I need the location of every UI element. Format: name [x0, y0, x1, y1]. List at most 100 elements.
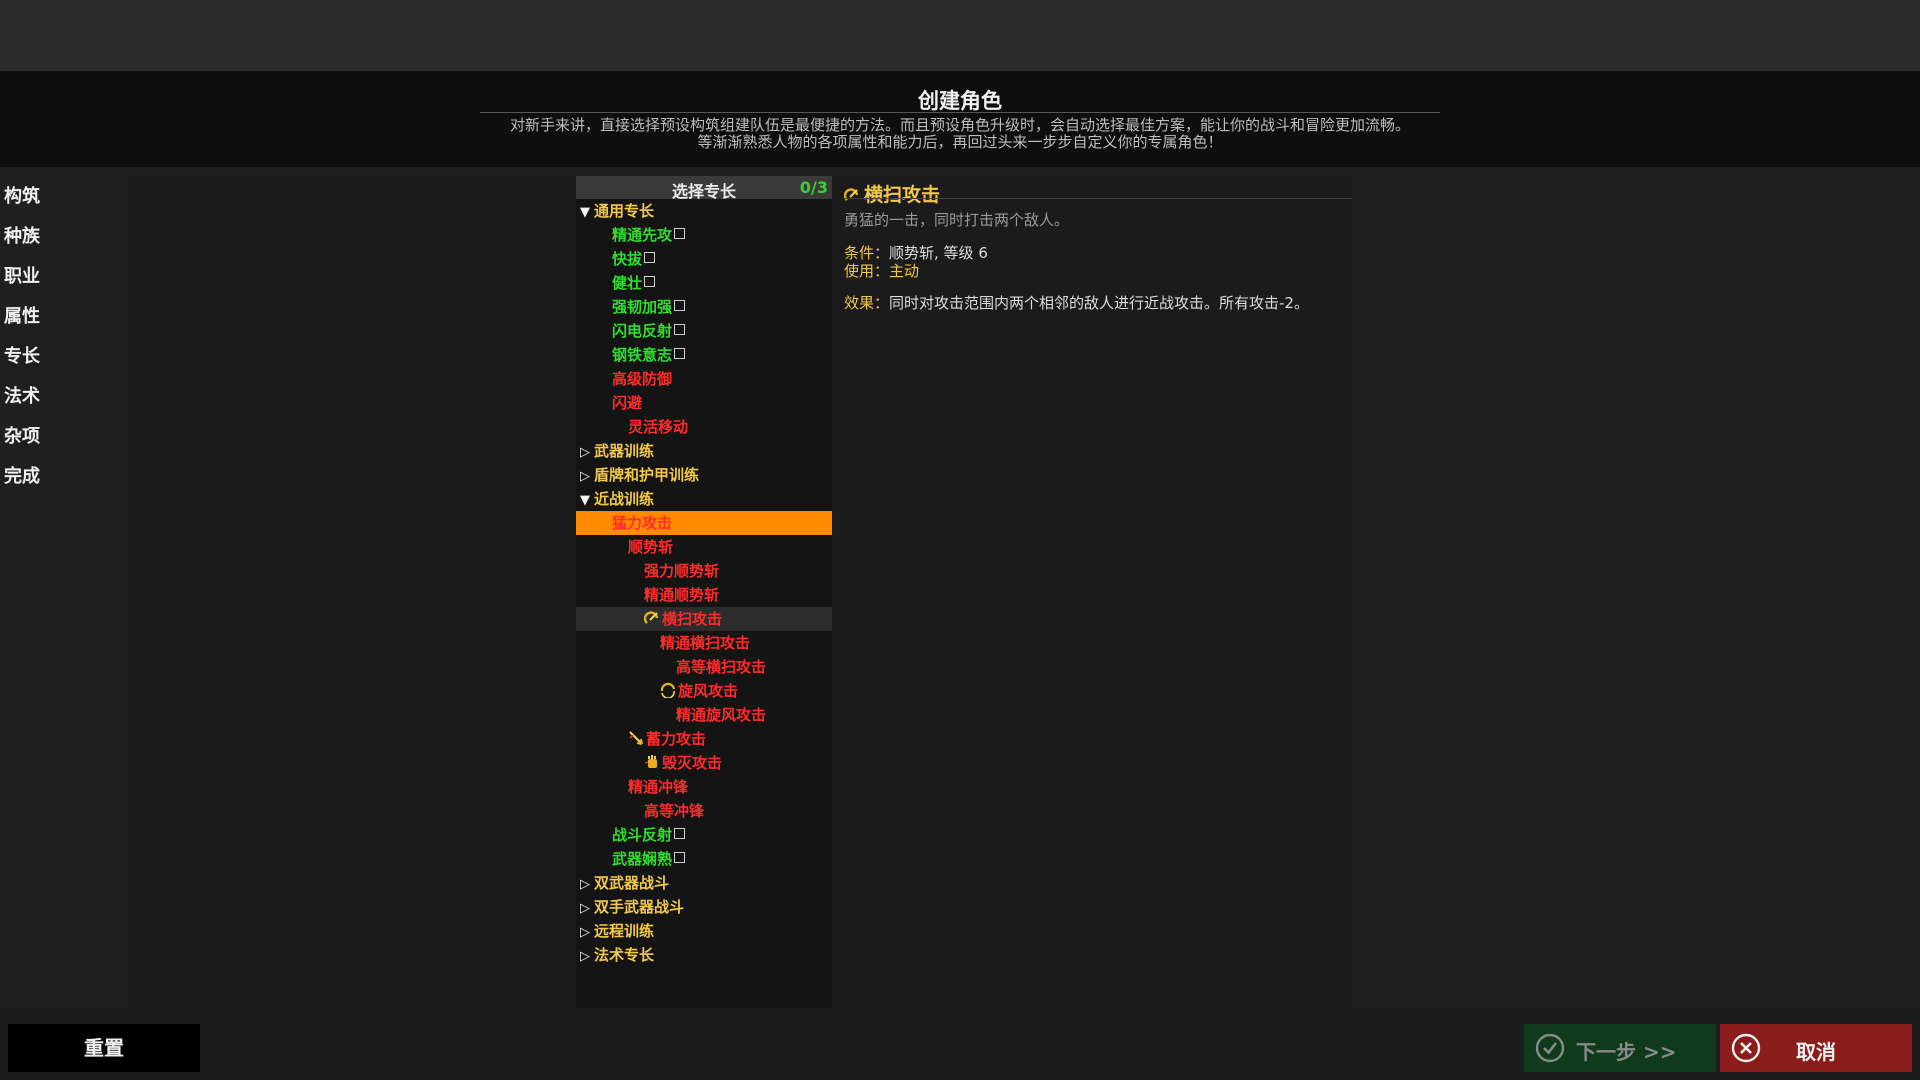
feat-label: 快拔: [612, 250, 643, 268]
effect-label: 效果：: [844, 294, 890, 312]
collapsed-triangle-icon[interactable]: ▷: [580, 921, 594, 945]
step-nav: 构筑 种族 职业 属性 专长 法术 杂项 完成: [0, 179, 128, 499]
reset-button[interactable]: 重置: [8, 1024, 200, 1072]
feat-item[interactable]: 蓄力攻击: [576, 727, 832, 751]
feat-label: 猛力攻击: [612, 514, 673, 532]
step-spells[interactable]: 法术: [0, 379, 128, 419]
feat-item[interactable]: 高级防御: [576, 367, 832, 391]
feat-category[interactable]: ▷ 法术专长: [576, 943, 832, 967]
feat-label: 精通冲锋: [628, 778, 689, 796]
feat-tree-panel: 选择专长 0/3 ▼ 通用专长 精通先攻 快拔 健壮 强韧加强 闪电反射 钢铁意志 高级防御 闪避…: [576, 176, 832, 1008]
feat-label: 横扫攻击: [662, 610, 723, 628]
feat-item[interactable]: 健壮: [576, 271, 832, 295]
feat-label: 精通旋风攻击: [676, 706, 767, 724]
sweep-icon: [843, 188, 859, 201]
feat-effect: 效果：同时对攻击范围内两个相邻的敌人进行近战攻击。所有攻击-2。: [844, 292, 1309, 313]
feat-item[interactable]: 强力顺势斩: [576, 559, 832, 583]
feat-label: 蓄力攻击: [646, 730, 707, 748]
feat-item[interactable]: 顺势斩: [576, 535, 832, 559]
feat-checkbox[interactable]: [674, 852, 686, 863]
feat-category[interactable]: ▷ 盾牌和护甲训练: [576, 463, 832, 487]
feat-category[interactable]: ▷ 远程训练: [576, 919, 832, 943]
step-race[interactable]: 种族: [0, 219, 128, 259]
feat-item[interactable]: 武器娴熟: [576, 847, 832, 871]
feat-label: 灵活移动: [628, 418, 689, 436]
feat-label: 强韧加强: [612, 298, 673, 316]
feat-checkbox[interactable]: [674, 828, 686, 839]
feat-item[interactable]: 精通冲锋: [576, 775, 832, 799]
feat-item[interactable]: 灵活移动: [576, 415, 832, 439]
feat-checkbox[interactable]: [674, 228, 686, 239]
step-feats[interactable]: 专长: [0, 339, 128, 379]
feat-item[interactable]: 横扫攻击: [576, 607, 832, 631]
feat-label: 顺势斩: [628, 538, 674, 556]
next-step-button[interactable]: 下一步 >>: [1524, 1024, 1716, 1072]
feat-label: 钢铁意志: [612, 346, 673, 364]
feat-label: 通用专长: [594, 202, 655, 220]
collapsed-triangle-icon[interactable]: ▷: [580, 897, 594, 921]
feat-checkbox[interactable]: [674, 348, 686, 359]
fist-icon: [644, 753, 660, 769]
collapsed-triangle-icon[interactable]: ▷: [580, 465, 594, 489]
top-bar: [0, 0, 1920, 71]
feat-label: 高等横扫攻击: [676, 658, 767, 676]
page-title: 创建角色: [918, 89, 1002, 113]
feat-item[interactable]: 精通先攻: [576, 223, 832, 247]
detail-divider: [844, 198, 1352, 199]
feat-label: 强力顺势斩: [644, 562, 720, 580]
checkmark-icon: [1535, 1033, 1565, 1063]
feat-category[interactable]: ▼ 通用专长: [576, 199, 832, 223]
step-finish[interactable]: 完成: [0, 459, 128, 499]
feat-item[interactable]: 闪电反射: [576, 319, 832, 343]
feat-category[interactable]: ▼ 近战训练: [576, 487, 832, 511]
feat-item[interactable]: 精通旋风攻击: [576, 703, 832, 727]
feat-item[interactable]: 旋风攻击: [576, 679, 832, 703]
feat-label: 法术专长: [594, 946, 655, 964]
feat-item[interactable]: 精通横扫攻击: [576, 631, 832, 655]
description-line-1: 对新手来讲，直接选择预设构筑组建队伍是最便捷的方法。而且预设角色升级时，会自动选…: [509, 116, 1410, 134]
feat-item[interactable]: 毁灭攻击: [576, 751, 832, 775]
feat-label: 近战训练: [594, 490, 655, 508]
collapsed-triangle-icon[interactable]: ▷: [580, 945, 594, 969]
page-header: 创建角色 对新手来讲，直接选择预设构筑组建队伍是最便捷的方法。而且预设角色升级时…: [0, 71, 1920, 167]
step-attributes[interactable]: 属性: [0, 299, 128, 339]
feat-item[interactable]: 闪避: [576, 391, 832, 415]
feat-label: 高等冲锋: [644, 802, 705, 820]
feat-item[interactable]: 高等横扫攻击: [576, 655, 832, 679]
feat-checkbox[interactable]: [674, 300, 686, 311]
feat-item[interactable]: 高等冲锋: [576, 799, 832, 823]
collapsed-triangle-icon[interactable]: ▷: [580, 441, 594, 465]
feat-label: 双手武器战斗: [594, 898, 685, 916]
feat-item[interactable]: 强韧加强: [576, 295, 832, 319]
feat-category[interactable]: ▷ 双武器战斗: [576, 871, 832, 895]
feat-label: 武器娴熟: [612, 850, 673, 868]
feat-item[interactable]: 钢铁意志: [576, 343, 832, 367]
feat-item[interactable]: 快拔: [576, 247, 832, 271]
feat-label: 精通横扫攻击: [660, 634, 751, 652]
description-line-2: 等渐渐熟悉人物的各项属性和能力后，再回过头来一步步自定义你的专属角色！: [697, 133, 1223, 151]
feat-detail-heading: 横扫攻击: [843, 180, 941, 207]
feat-tree-list: ▼ 通用专长 精通先攻 快拔 健壮 强韧加强 闪电反射 钢铁意志 高级防御 闪避 灵活移动 ▷ 武器训练…: [576, 199, 832, 967]
collapsed-triangle-icon[interactable]: ▷: [580, 873, 594, 897]
feat-checkbox[interactable]: [644, 252, 656, 263]
feat-label: 盾牌和护甲训练: [594, 466, 700, 484]
step-class[interactable]: 职业: [0, 259, 128, 299]
feat-checkbox[interactable]: [644, 276, 656, 287]
feat-label: 战斗反射: [612, 826, 673, 844]
expanded-triangle-icon[interactable]: ▼: [580, 201, 594, 225]
next-step-label: 下一步 >>: [1576, 1040, 1677, 1064]
step-build[interactable]: 构筑: [0, 179, 128, 219]
step-misc[interactable]: 杂项: [0, 419, 128, 459]
feat-tree-header: 选择专长 0/3: [576, 176, 832, 201]
expanded-triangle-icon[interactable]: ▼: [580, 489, 594, 513]
feat-item[interactable]: 精通顺势斩: [576, 583, 832, 607]
feat-item[interactable]: 猛力攻击: [576, 511, 832, 535]
feat-category[interactable]: ▷ 双手武器战斗: [576, 895, 832, 919]
cancel-button[interactable]: 取消: [1720, 1024, 1912, 1072]
header-divider: [480, 112, 1440, 113]
feat-checkbox[interactable]: [674, 324, 686, 335]
feat-category[interactable]: ▷ 武器训练: [576, 439, 832, 463]
feat-detail-title: 横扫攻击: [864, 184, 941, 206]
feat-label: 闪避: [612, 394, 643, 412]
feat-item[interactable]: 战斗反射: [576, 823, 832, 847]
